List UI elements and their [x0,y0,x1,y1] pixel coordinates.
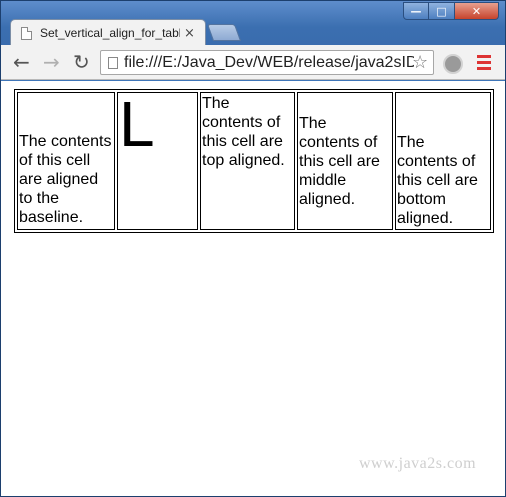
middle-cell: The contents of this cell are middle ali… [297,92,393,230]
table-row: The contents of this cell are aligned to… [17,92,491,230]
large-letter-cell: L [117,92,198,230]
page-content: The contents of this cell are aligned to… [1,81,505,496]
tab-title: Set_vertical_align_for_tabl [40,26,180,40]
reload-button[interactable]: ↻ [73,52,90,72]
maximize-button[interactable]: □ [429,2,455,20]
address-bar[interactable] [100,50,434,75]
window-controls: — □ ✕ [403,2,499,20]
page-icon [108,56,118,69]
close-window-button[interactable]: ✕ [455,2,499,20]
bottom-cell: The contents of this cell are bottom ali… [395,92,491,230]
browser-toolbar: ← → ↻ ☆ [1,45,505,80]
new-tab-button[interactable] [206,24,242,41]
minimize-button[interactable]: — [403,2,429,20]
browser-window: — □ ✕ Set_vertical_align_for_tabl × ← → … [0,0,506,497]
baseline-cell: The contents of this cell are aligned to… [17,92,115,230]
tab-close-icon[interactable]: × [184,26,195,41]
url-input[interactable] [124,53,414,72]
top-cell: The contents of this cell are top aligne… [200,92,295,230]
menu-icon[interactable] [477,55,491,73]
bookmark-star-icon[interactable]: ☆ [412,54,428,72]
large-letter: L [119,88,155,160]
forward-button[interactable]: → [43,52,60,72]
extension-icon[interactable] [443,54,463,74]
tab-active[interactable]: Set_vertical_align_for_tabl × [10,19,206,46]
back-button[interactable]: ← [13,52,30,72]
page-icon [21,26,32,40]
alignment-table: The contents of this cell are aligned to… [14,89,494,233]
watermark: www.java2s.com [359,455,477,472]
title-bar: — □ ✕ Set_vertical_align_for_tabl × [1,1,505,46]
